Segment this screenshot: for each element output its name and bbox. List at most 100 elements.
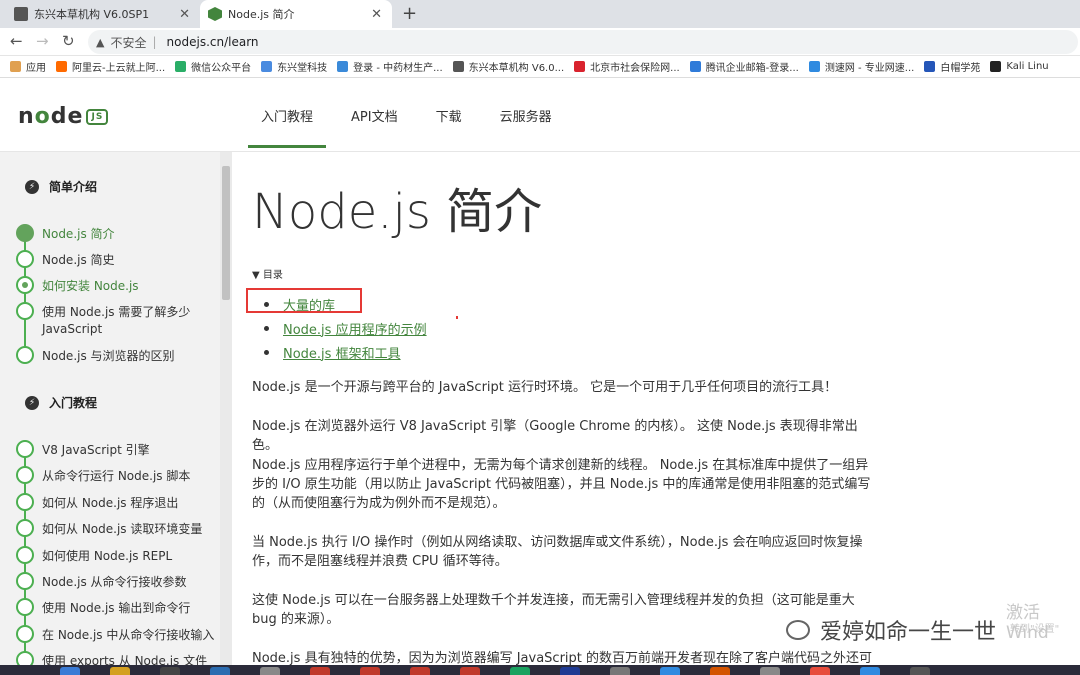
- sidebar-scrollbar[interactable]: [220, 152, 232, 665]
- bookmark-item[interactable]: 应用: [10, 59, 46, 74]
- paragraph: Node.js 应用程序运行于单个进程中，无需为每个请求创建新的线程。 Node…: [252, 458, 871, 511]
- highlight-box: [246, 288, 362, 313]
- scrollbar-thumb[interactable]: [222, 166, 230, 300]
- taskbar-app-icon[interactable]: [210, 667, 230, 675]
- bookmark-item[interactable]: 登录 - 中药材生产...: [337, 59, 443, 74]
- paragraph: Node.js 是一个开源与跨平台的 JavaScript 运行时环境。 它是一…: [252, 380, 838, 395]
- nav-download[interactable]: 下载: [423, 78, 475, 152]
- bookmark-item[interactable]: 北京市社会保险网...: [574, 59, 680, 74]
- bookmark-label: 测速网 - 专业网速...: [824, 63, 915, 74]
- taskbar-app-icon[interactable]: [410, 667, 430, 675]
- url-input[interactable]: ▲ 不安全 | nodejs.cn/learn: [88, 30, 1078, 54]
- sidebar-item-browser-diff[interactable]: Node.js 与浏览器的区别: [16, 346, 216, 366]
- taskbar-app-icon[interactable]: [910, 667, 930, 675]
- reload-button[interactable]: ↻: [62, 32, 75, 50]
- progress-circle-icon: [16, 598, 34, 617]
- toc-link-frameworks[interactable]: Node.js 框架和工具: [283, 343, 401, 362]
- taskbar-app-icon[interactable]: [110, 667, 130, 675]
- taskbar-app-icon[interactable]: [360, 667, 380, 675]
- bookmark-label: 东兴堂科技: [277, 63, 328, 74]
- bookmark-label: 东兴本草机构 V6.0...: [468, 63, 565, 74]
- taskbar-app-icon[interactable]: [510, 667, 530, 675]
- taskbar-app-icon[interactable]: [60, 667, 80, 675]
- section-title: 简单介绍: [49, 180, 98, 194]
- taskbar-app-icon[interactable]: [760, 667, 780, 675]
- paragraph: Node.js 具有独特的优势，因为为浏览器编写 JavaScript 的数百万…: [252, 651, 873, 665]
- sidebar-item[interactable]: 从命令行运行 Node.js 脚本: [16, 466, 216, 486]
- progress-circle-icon: [16, 302, 34, 320]
- close-tab-icon[interactable]: ✕: [179, 7, 190, 22]
- taskbar-app-icon[interactable]: [710, 667, 730, 675]
- toc-item: Node.js 应用程序的示例: [272, 316, 427, 340]
- sidebar-item-history[interactable]: Node.js 简史: [16, 250, 216, 270]
- taskbar-app-icon[interactable]: [860, 667, 880, 675]
- activate-windows-subtext: 转到"设置": [1010, 624, 1060, 635]
- main-content: Node.js 简介 ▼ 目录 大量的库 Node.js 应用程序的示例 Nod…: [232, 152, 1080, 665]
- taskbar-app-icon[interactable]: [160, 667, 180, 675]
- taskbar-app-icon[interactable]: [260, 667, 280, 675]
- taskbar-app-icon[interactable]: [660, 667, 680, 675]
- nodejs-favicon-icon: [208, 7, 222, 21]
- sidebar-item-label: 使用 exports 从 Node.js 文件中: [42, 654, 208, 665]
- forward-button[interactable]: →: [36, 32, 49, 50]
- bookmark-item[interactable]: 白帽学苑: [924, 59, 980, 74]
- url-text: nodejs.cn/learn: [166, 35, 259, 49]
- address-bar-row: ← → ↻ ▲ 不安全 | nodejs.cn/learn: [0, 28, 1080, 56]
- page-title: Node.js 简介: [252, 184, 543, 240]
- bookmark-item[interactable]: 微信公众平台: [175, 59, 251, 74]
- site-header: node JS 入门教程 API文档 下载 云服务器: [0, 78, 1080, 152]
- progress-circle-icon: [16, 572, 34, 590]
- bookmark-item[interactable]: 测速网 - 专业网速...: [808, 59, 915, 74]
- sidebar-item[interactable]: Node.js 从命令行接收参数: [16, 572, 216, 592]
- logo-js-badge: JS: [86, 109, 109, 125]
- sidebar-item[interactable]: 如何从 Node.js 程序退出: [16, 492, 216, 513]
- logo-letter: de: [50, 104, 84, 129]
- bookmark-item[interactable]: 东兴本草机构 V6.0...: [452, 59, 565, 74]
- paragraph: 当 Node.js 执行 I/O 操作时（例如从网络读取、访问数据库或文件系统）…: [252, 535, 863, 569]
- tab-strip: 东兴本草机构 V6.0SP1 ✕ Node.js 简介 ✕ +: [0, 0, 1080, 28]
- bookmark-label: 白帽学苑: [940, 63, 981, 74]
- close-tab-icon[interactable]: ✕: [371, 7, 382, 22]
- sidebar-item-label: Node.js 从命令行接收参数: [42, 575, 187, 589]
- new-tab-button[interactable]: +: [402, 3, 417, 24]
- nodejs-logo[interactable]: node JS: [18, 104, 109, 129]
- bookmark-label: 微信公众平台: [191, 63, 252, 74]
- bookmark-item[interactable]: Kali Linu: [990, 61, 1049, 72]
- nav-cloud-server[interactable]: 云服务器: [487, 78, 565, 152]
- progress-circle-icon: [16, 492, 34, 511]
- taskbar-app-icon[interactable]: [460, 667, 480, 675]
- sidebar-item[interactable]: 使用 Node.js 输出到命令行: [16, 598, 216, 618]
- sidebar-item-install[interactable]: 如何安装 Node.js: [16, 276, 216, 296]
- browser-tab-1[interactable]: 东兴本草机构 V6.0SP1 ✕: [8, 0, 200, 28]
- taskbar-app-icon[interactable]: [560, 667, 580, 675]
- progress-circle-icon: [16, 624, 34, 643]
- bookmark-label: 北京市社会保险网...: [590, 63, 680, 74]
- bookmark-favicon-icon: [808, 61, 820, 72]
- toc-link-example[interactable]: Node.js 应用程序的示例: [283, 319, 427, 338]
- sidebar-item[interactable]: 如何从 Node.js 读取环境变量: [16, 519, 216, 539]
- tab-title: 东兴本草机构 V6.0SP1: [34, 8, 150, 21]
- taskbar-app-icon[interactable]: [310, 667, 330, 675]
- bookmark-item[interactable]: 腾讯企业邮箱-登录...: [689, 59, 799, 74]
- sidebar-item-label: Node.js 简介: [42, 227, 115, 241]
- bookmark-label: 登录 - 中药材生产...: [353, 63, 443, 74]
- sidebar-item[interactable]: V8 JavaScript 引擎: [16, 440, 216, 460]
- sidebar-item-label: V8 JavaScript 引擎: [42, 443, 150, 457]
- top-nav: 入门教程 API文档 下载 云服务器: [248, 78, 577, 152]
- section-heading: ⚡ 入门教程: [25, 394, 97, 411]
- lightning-icon: ⚡: [25, 395, 39, 410]
- sidebar-item-javascript[interactable]: 使用 Node.js 需要了解多少 JavaScript: [16, 302, 216, 338]
- sidebar-item-intro[interactable]: Node.js 简介: [16, 224, 216, 244]
- taskbar-app-icon[interactable]: [810, 667, 830, 675]
- toc-toggle[interactable]: ▼ 目录: [252, 266, 283, 281]
- sidebar-item[interactable]: 在 Node.js 中从命令行接收输入: [16, 624, 216, 645]
- back-button[interactable]: ←: [10, 32, 23, 50]
- nav-tutorial[interactable]: 入门教程: [248, 78, 327, 152]
- browser-tab-2[interactable]: Node.js 简介 ✕: [200, 0, 392, 28]
- sidebar-item[interactable]: 如何使用 Node.js REPL: [16, 545, 216, 566]
- bookmark-item[interactable]: 东兴堂科技: [261, 59, 327, 74]
- bookmark-item[interactable]: 阿里云-上云就上阿...: [56, 59, 165, 74]
- sidebar-item[interactable]: 使用 exports 从 Node.js 文件中: [16, 651, 216, 665]
- nav-api-docs[interactable]: API文档: [338, 78, 411, 152]
- taskbar-app-icon[interactable]: [610, 667, 630, 675]
